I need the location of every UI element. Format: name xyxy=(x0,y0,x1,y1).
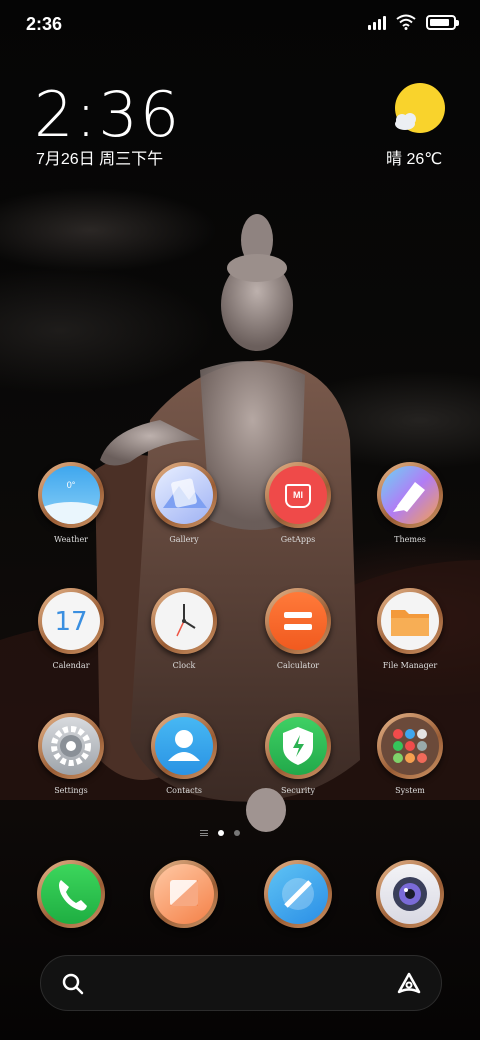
contacts-icon xyxy=(155,717,213,775)
calendar-icon: 17 xyxy=(42,592,100,650)
page-dot[interactable] xyxy=(234,830,240,836)
calendar-day: 17 xyxy=(54,607,88,637)
clock-widget-date[interactable]: 7月26日 周三下午 xyxy=(36,145,163,169)
weather-temp-badge: 0° xyxy=(66,480,76,490)
getapps-logo: MI xyxy=(293,490,303,500)
app-themes[interactable]: Themes xyxy=(360,462,460,544)
app-label: Calculator xyxy=(276,661,320,670)
wifi-icon xyxy=(396,14,416,30)
app-clock[interactable]: Clock xyxy=(134,588,234,670)
battery-icon xyxy=(426,14,459,30)
themes-icon xyxy=(381,466,439,524)
app-security[interactable]: Security xyxy=(248,713,348,795)
app-label: Contacts xyxy=(166,786,202,795)
clock-widget-time[interactable]: 2:36 xyxy=(34,78,181,151)
weather-widget-text[interactable]: 晴 26℃ xyxy=(386,145,442,169)
messages-icon xyxy=(154,864,214,924)
dock-browser[interactable] xyxy=(248,860,348,928)
app-label: GetApps xyxy=(280,535,316,544)
assistant-icon[interactable] xyxy=(395,970,423,998)
app-label: Calendar xyxy=(52,661,90,670)
clock-icon xyxy=(155,592,213,650)
calculator-icon xyxy=(269,592,327,650)
app-label: Themes xyxy=(394,535,426,544)
app-label: Security xyxy=(281,786,315,795)
folder-icon xyxy=(381,592,439,650)
app-label: System xyxy=(395,786,425,795)
folder-grid-icon xyxy=(381,717,439,775)
camera-icon xyxy=(380,864,440,924)
dock-phone[interactable] xyxy=(21,860,121,928)
gallery-icon xyxy=(155,466,213,524)
search-bar[interactable] xyxy=(40,955,442,1011)
browser-icon xyxy=(268,864,328,924)
phone-icon xyxy=(41,864,101,924)
search-icon[interactable] xyxy=(61,972,85,996)
app-calendar[interactable]: 17 Calendar xyxy=(21,588,121,670)
app-label: Weather xyxy=(54,535,88,544)
app-system-folder[interactable]: System xyxy=(360,713,460,795)
weather-icon: 0° xyxy=(42,466,100,524)
app-label: Gallery xyxy=(169,535,199,544)
page-menu-icon[interactable] xyxy=(200,830,208,836)
getapps-icon: MI xyxy=(269,466,327,524)
app-calculator[interactable]: Calculator xyxy=(248,588,348,670)
sunny-cloud-icon[interactable] xyxy=(392,82,446,136)
app-label: Clock xyxy=(172,661,196,670)
app-gallery[interactable]: Gallery xyxy=(134,462,234,544)
status-time: 2:36 xyxy=(26,14,63,34)
page-dot-active[interactable] xyxy=(218,830,224,836)
status-bar: 2:36 xyxy=(0,0,480,50)
shield-icon xyxy=(269,717,327,775)
dock-messages[interactable] xyxy=(134,860,234,928)
app-file-manager[interactable]: File Manager xyxy=(360,588,460,670)
app-settings[interactable]: Settings xyxy=(21,713,121,795)
app-label: Settings xyxy=(54,786,88,795)
page-indicator[interactable] xyxy=(200,830,240,836)
gear-icon xyxy=(42,717,100,775)
cellular-signal-icon xyxy=(368,14,386,30)
app-weather[interactable]: 0° Weather xyxy=(21,462,121,544)
dock-camera[interactable] xyxy=(360,860,460,928)
app-contacts[interactable]: Contacts xyxy=(134,713,234,795)
app-label: File Manager xyxy=(382,661,438,670)
app-getapps[interactable]: MI GetApps xyxy=(248,462,348,544)
